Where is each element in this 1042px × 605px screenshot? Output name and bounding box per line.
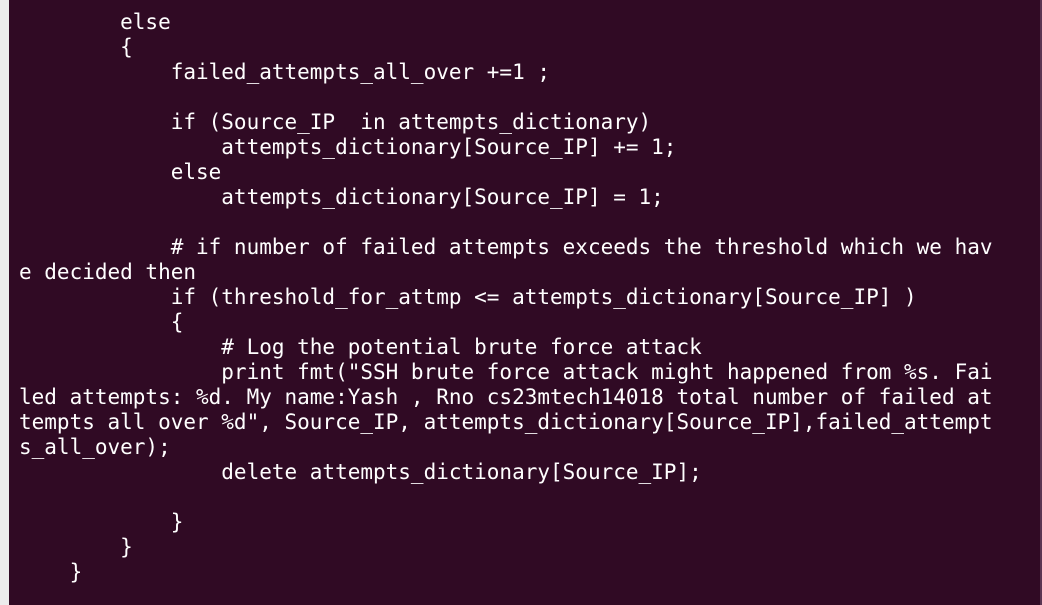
code-line: {	[19, 310, 184, 334]
code-line: }	[19, 535, 133, 559]
code-line: }	[19, 560, 83, 584]
code-line: failed_attempts_all_over +=1 ;	[19, 60, 551, 84]
code-line: s_all_over);	[19, 435, 171, 459]
code-line: if (Source_IP in attempts_dictionary)	[19, 110, 652, 134]
window-left-edge	[0, 0, 9, 605]
code-line: attempts_dictionary[Source_IP] = 1;	[19, 185, 664, 209]
code-line: print fmt("SSH brute force attack might …	[19, 360, 993, 384]
code-line: {	[19, 35, 133, 59]
code-line: delete attempts_dictionary[Source_IP];	[19, 460, 702, 484]
code-line: led attempts: %d. My name:Yash , Rno cs2…	[19, 385, 993, 409]
code-line: # Log the potential brute force attack	[19, 335, 702, 359]
terminal-output[interactable]: else { failed_attempts_all_over +=1 ; if…	[9, 0, 1040, 605]
code-line: tempts all over %d", Source_IP, attempts…	[19, 410, 993, 434]
code-line: e decided then	[19, 260, 197, 284]
code-line: # if number of failed attempts exceeds t…	[19, 235, 993, 259]
code-line: else	[19, 160, 222, 184]
code-line: if (threshold_for_attmp <= attempts_dict…	[19, 285, 917, 309]
code-line: else	[19, 10, 171, 34]
code-block: else { failed_attempts_all_over +=1 ; if…	[19, 10, 993, 585]
code-line: attempts_dictionary[Source_IP] += 1;	[19, 135, 677, 159]
code-line: }	[19, 510, 184, 534]
